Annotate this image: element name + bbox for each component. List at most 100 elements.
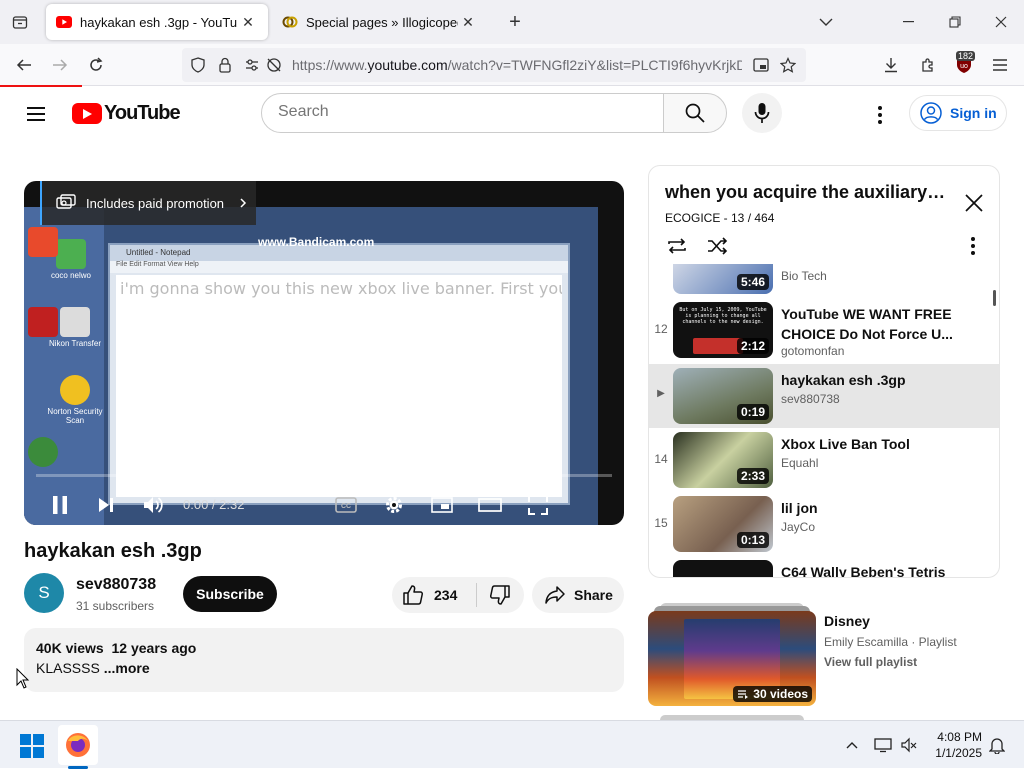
notepad-menu: File Edit Format View Help [110,261,568,273]
view-full-playlist-link[interactable]: View full playlist [824,655,917,669]
paid-promotion-banner[interactable]: Includes paid promotion [40,181,256,225]
guide-menu-icon[interactable] [24,102,48,126]
desktop-icon-label: Nikon Transfer [48,339,102,348]
voice-search-button[interactable] [742,93,782,133]
playlist-item-title: lil jon [781,500,818,516]
playlist-thumbnail: But on July 15, 2009, YouTube is plannin… [673,302,773,358]
tab-youtube[interactable]: haykakan esh .3gp - YouTube ✕ [46,4,268,40]
playlist-thumbnail: 2:33 [673,432,773,488]
playlist-icon [738,690,749,699]
url-bar[interactable]: https://www.youtube.com/watch?v=TWFNGfl2… [182,48,806,82]
firefox-taskbar-icon[interactable] [58,725,98,765]
tab-list-icon[interactable] [6,10,34,34]
share-button[interactable]: Share [532,577,624,613]
chevron-right-icon [240,198,247,208]
show-more-link[interactable]: ...more [104,660,150,676]
loop-icon[interactable] [663,232,691,260]
playlist-item[interactable]: 15 0:13 lil jon JayCo [649,492,999,556]
taskbar-clock[interactable]: 4:08 PM 1/1/2025 [928,729,982,761]
video-duration: 0:19 [736,404,769,420]
close-tab-icon[interactable]: ✕ [238,12,258,32]
forward-arrow-icon[interactable] [46,51,74,79]
settings-gear-icon[interactable] [378,489,410,521]
sign-in-button[interactable]: Sign in [909,95,1007,131]
playlist-thumbnail: 0:19 [673,368,773,424]
tab-overflow-chevron-icon[interactable] [811,8,841,36]
playlist-thumbnail [673,560,773,577]
next-icon[interactable] [90,489,122,521]
playlist-item-current[interactable]: ▶ 0:19 haykakan esh .3gp sev880738 [649,364,999,428]
theater-mode-icon[interactable] [474,489,506,521]
search-box[interactable] [261,93,664,133]
permissions-icon[interactable] [244,57,260,78]
fullscreen-icon[interactable] [522,489,554,521]
search-button[interactable] [663,93,727,133]
clock-time: 4:08 PM [937,730,982,744]
playlist-item[interactable]: C64 Wally Beben's Tetris [649,556,999,578]
playlist-item[interactable]: 14 2:33 Xbox Live Ban Tool Equahl [649,428,999,492]
dislike-button[interactable] [478,577,522,613]
playlist-thumbnail: 0:13 [673,496,773,552]
url-prefix: https://www. [292,57,368,73]
bookmark-star-icon[interactable] [779,57,797,78]
desktop-icon [24,307,78,339]
youtube-logo[interactable]: YouTube [72,102,181,125]
close-tab-icon[interactable]: ✕ [458,12,478,32]
subscribe-button[interactable]: Subscribe [183,576,277,612]
autoplay-blocked-icon[interactable] [266,57,282,78]
extension-badge: 182 [956,51,976,61]
windows-start-icon[interactable] [20,734,44,758]
minimize-button[interactable] [894,8,924,36]
view-count: 40K views [36,640,104,656]
like-button[interactable]: 234 [392,577,476,613]
progress-bar[interactable] [36,474,612,477]
extensions-puzzle-icon[interactable] [914,51,942,79]
settings-more-icon[interactable] [866,101,894,129]
menu-hamburger-icon[interactable] [986,51,1014,79]
new-tab-button[interactable]: + [503,10,527,34]
restore-button[interactable] [940,8,970,36]
volume-muted-icon[interactable] [898,734,920,756]
recommended-playlist-card[interactable]: 30 videos Disney Emily Escamilla · Playl… [648,603,1000,713]
like-dislike-group: 234 [392,577,524,613]
playlist-more-icon[interactable] [959,232,987,260]
downloads-icon[interactable] [877,51,905,79]
video-player[interactable]: coco nelwo Nikon Transfer Norton Securit… [24,181,624,525]
youtube-favicon-icon [56,14,72,30]
reload-icon[interactable] [82,51,110,79]
volume-icon[interactable] [137,489,169,521]
playlist-item[interactable]: 12 But on July 15, 2009, YouTube is plan… [649,298,999,362]
lock-icon[interactable] [218,57,232,78]
playlist-item-index: 15 [654,516,668,530]
shuffle-icon[interactable] [703,232,731,260]
playlist-item[interactable]: 5:46 Bio Tech [649,264,999,298]
search-input[interactable] [278,103,638,121]
picture-in-picture-icon[interactable] [753,57,769,78]
channel-name[interactable]: sev880738 [76,576,156,594]
back-arrow-icon[interactable] [10,51,38,79]
show-hidden-icons-chevron-icon[interactable] [841,734,863,756]
channel-avatar[interactable]: S [24,573,64,613]
close-playlist-icon[interactable] [959,188,989,218]
share-label: Share [574,587,613,603]
pause-icon[interactable] [44,489,76,521]
close-window-button[interactable] [986,8,1016,36]
video-duration: 0:13 [736,532,769,548]
miniplayer-icon[interactable] [426,489,458,521]
description-box[interactable]: 40K views 12 years ago KLASSSS ...more [24,628,624,692]
tracking-shield-icon[interactable] [190,57,206,78]
youtube-header: YouTube Sign in [0,87,1024,143]
playlist-item-title: Xbox Live Ban Tool [781,436,910,452]
playlist-scrollbar[interactable] [993,290,996,306]
network-icon[interactable] [872,734,894,756]
playlist-card-owner: Emily Escamilla · Playlist [824,635,957,649]
thumbnail-text: But on July 15, 2009, YouTube is plannin… [679,307,767,325]
playlist-item-title: C64 Wally Beben's Tetris [781,564,946,578]
playlist-title[interactable]: when you acquire the auxiliary bra [665,182,947,203]
windows-taskbar: 4:08 PM 1/1/2025 [0,720,1024,769]
video-count: 30 videos [753,687,808,701]
subtitles-icon[interactable]: CC [330,489,362,521]
youtube-wordmark: YouTube [104,102,181,124]
tab-illogicopedia[interactable]: Special pages » Illogicopedia - T ✕ [272,4,488,40]
notification-bell-icon[interactable] [986,734,1008,756]
